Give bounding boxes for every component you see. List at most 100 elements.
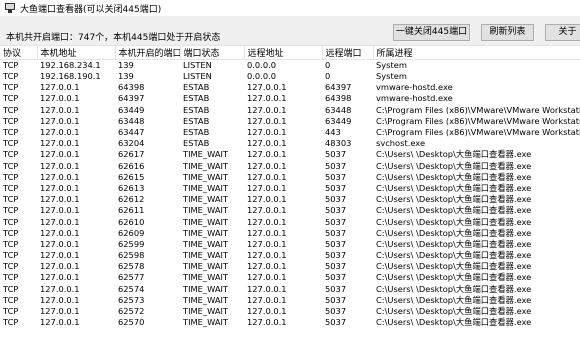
table-row[interactable]: TCP 127.0.0.1 62599 TIME_WAIT 127.0.0.1 5037 C… <box>0 239 580 250</box>
table-row[interactable]: TCP 127.0.0.1 62616 TIME_WAIT 127.0.0.1 5037 C… <box>0 161 580 172</box>
column-header-port-state[interactable]: 端口状态 <box>180 46 245 60</box>
cell-local-port: 64397 <box>118 93 145 104</box>
cell-local-address: 127.0.0.1 <box>40 127 80 138</box>
table-row[interactable]: TCP 127.0.0.1 62578 TIME_WAIT 127.0.0.1 5037 C… <box>0 261 580 272</box>
cell-port-state: TIME_WAIT <box>183 317 229 328</box>
cell-local-port: 62612 <box>118 194 145 205</box>
cell-process: C:\Users\ \Desktop\大鱼端口查看器.exe <box>376 317 532 328</box>
column-header-remote-port[interactable]: 远程端口 <box>322 46 374 60</box>
cell-remote-address: 127.0.0.1 <box>247 216 287 227</box>
cell-process: C:\Users\ \Desktop\大鱼端口查看器.exe <box>376 238 532 249</box>
table-row[interactable]: TCP 192.168.190.1 139 LISTEN 0.0.0.0 0 System <box>0 71 580 82</box>
cell-process: C:\Users\ \Desktop\大鱼端口查看器.exe <box>376 149 532 160</box>
table-row[interactable]: TCP 127.0.0.1 62574 TIME_WAIT 127.0.0.1 5037 C… <box>0 284 580 295</box>
cell-port-state: ESTAB <box>183 138 210 149</box>
table-row[interactable]: TCP 127.0.0.1 63448 ESTAB 127.0.0.1 63449 C:\P… <box>0 116 580 127</box>
cell-process: C:\Users\ \Desktop\大鱼端口查看器.exe <box>376 227 532 238</box>
cell-protocol: TCP <box>3 205 19 216</box>
cell-remote-port: 5037 <box>325 171 347 182</box>
column-header-local-address[interactable]: 本机地址 <box>37 46 116 60</box>
table-row[interactable]: TCP 127.0.0.1 62570 TIME_WAIT 127.0.0.1 5037 C… <box>0 317 580 328</box>
cell-process: C:\Program Files (x86)\VMware\VMware Wor… <box>376 104 580 115</box>
port-list[interactable]: 协议 本机地址 本机开启的端口 端口状态 远程地址 远程端口 所属进程 TCP 192.168… <box>0 46 580 339</box>
about-button[interactable]: 关于 <box>545 24 580 41</box>
table-row[interactable]: TCP 127.0.0.1 62611 TIME_WAIT 127.0.0.1 5037 C… <box>0 205 580 216</box>
column-header-local-port[interactable]: 本机开启的端口 <box>115 46 181 60</box>
cell-local-address: 127.0.0.1 <box>40 149 80 160</box>
table-row[interactable]: TCP 127.0.0.1 64398 ESTAB 127.0.0.1 64397 vmwa… <box>0 82 580 93</box>
cell-process: C:\Users\ \Desktop\大鱼端口查看器.exe <box>376 171 532 182</box>
table-row[interactable]: TCP 127.0.0.1 62617 TIME_WAIT 127.0.0.1 5037 C… <box>0 149 580 160</box>
cell-local-port: 62613 <box>118 182 145 193</box>
table-row[interactable]: TCP 127.0.0.1 62598 TIME_WAIT 127.0.0.1 5037 C… <box>0 250 580 261</box>
toolbar: 本机共开启端口：747个，本机445端口处于开启状态 一键关闭445端口 刷新列… <box>0 16 580 46</box>
cell-process: C:\Program Files (x86)\VMware\VMware Wor… <box>376 115 580 126</box>
close-445-button[interactable]: 一键关闭445端口 <box>393 24 470 41</box>
cell-protocol: TCP <box>3 182 19 193</box>
table-row[interactable]: TCP 127.0.0.1 64397 ESTAB 127.0.0.1 64398 vmwa… <box>0 93 580 104</box>
cell-local-port: 63204 <box>118 138 145 149</box>
table-row[interactable]: TCP 127.0.0.1 62613 TIME_WAIT 127.0.0.1 5037 C… <box>0 183 580 194</box>
cell-remote-address: 127.0.0.1 <box>247 194 287 205</box>
cell-local-port: 62617 <box>118 149 145 160</box>
table-row[interactable]: TCP 127.0.0.1 63449 ESTAB 127.0.0.1 63448 C:\P… <box>0 105 580 116</box>
cell-protocol: TCP <box>3 272 19 283</box>
cell-remote-address: 127.0.0.1 <box>247 272 287 283</box>
cell-remote-port: 5037 <box>325 160 347 171</box>
table-row[interactable]: TCP 192.168.234.1 139 LISTEN 0.0.0.0 0 System <box>0 60 580 72</box>
cell-remote-port: 0 <box>325 71 331 82</box>
cell-local-address: 127.0.0.1 <box>40 238 80 249</box>
cell-local-address: 127.0.0.1 <box>40 138 80 149</box>
cell-protocol: TCP <box>3 283 19 294</box>
column-header-remote-address[interactable]: 远程地址 <box>244 46 323 60</box>
cell-protocol: TCP <box>3 104 19 115</box>
cell-port-state: TIME_WAIT <box>183 283 229 294</box>
cell-remote-port: 5037 <box>325 250 347 261</box>
cell-local-port: 63449 <box>118 104 145 115</box>
cell-local-port: 64398 <box>118 82 145 93</box>
cell-remote-port: 63448 <box>325 104 352 115</box>
cell-protocol: TCP <box>3 238 19 249</box>
cell-protocol: TCP <box>3 127 19 138</box>
cell-local-address: 127.0.0.1 <box>40 93 80 104</box>
cell-process: C:\Users\ \Desktop\大鱼端口查看器.exe <box>376 216 532 227</box>
cell-process: C:\Users\ \Desktop\大鱼端口查看器.exe <box>376 205 532 216</box>
cell-remote-address: 127.0.0.1 <box>247 294 287 305</box>
table-row[interactable]: TCP 127.0.0.1 62615 TIME_WAIT 127.0.0.1 5037 C… <box>0 172 580 183</box>
cell-process: C:\Users\ \Desktop\大鱼端口查看器.exe <box>376 261 532 272</box>
cell-remote-address: 0.0.0.0 <box>247 60 277 70</box>
cell-port-state: TIME_WAIT <box>183 205 229 216</box>
cell-remote-address: 127.0.0.1 <box>247 205 287 216</box>
cell-local-address: 127.0.0.1 <box>40 194 80 205</box>
column-header-process[interactable]: 所属进程 <box>373 46 580 60</box>
cell-local-address: 127.0.0.1 <box>40 294 80 305</box>
table-row[interactable]: TCP 127.0.0.1 62610 TIME_WAIT 127.0.0.1 5037 C… <box>0 216 580 227</box>
cell-remote-address: 127.0.0.1 <box>247 283 287 294</box>
table-row[interactable]: TCP 127.0.0.1 62577 TIME_WAIT 127.0.0.1 5037 C… <box>0 272 580 283</box>
cell-remote-port: 0 <box>325 60 331 70</box>
cell-remote-address: 127.0.0.1 <box>247 227 287 238</box>
table-row[interactable]: TCP 127.0.0.1 63447 ESTAB 127.0.0.1 443 C:\Pro… <box>0 127 580 138</box>
cell-process: C:\Users\ \Desktop\大鱼端口查看器.exe <box>376 160 532 171</box>
cell-remote-port: 5037 <box>325 306 347 317</box>
table-row[interactable]: TCP 127.0.0.1 62612 TIME_WAIT 127.0.0.1 5037 C… <box>0 194 580 205</box>
cell-process: C:\Users\ \Desktop\大鱼端口查看器.exe <box>376 272 532 283</box>
cell-local-address: 127.0.0.1 <box>40 261 80 272</box>
cell-local-port: 62610 <box>118 216 145 227</box>
cell-local-port: 62572 <box>118 306 145 317</box>
cell-process: vmware-hostd.exe <box>376 82 453 93</box>
cell-local-address: 127.0.0.1 <box>40 115 80 126</box>
table-row[interactable]: TCP 127.0.0.1 62573 TIME_WAIT 127.0.0.1 5037 C… <box>0 295 580 306</box>
cell-protocol: TCP <box>3 171 19 182</box>
refresh-list-button[interactable]: 刷新列表 <box>481 24 534 41</box>
column-header-protocol[interactable]: 协议 <box>0 46 38 60</box>
cell-process: C:\Users\ \Desktop\大鱼端口查看器.exe <box>376 283 532 294</box>
table-row[interactable]: TCP 127.0.0.1 62572 TIME_WAIT 127.0.0.1 5037 C… <box>0 306 580 317</box>
table-row[interactable]: TCP 127.0.0.1 63204 ESTAB 127.0.0.1 48303 svch… <box>0 138 580 149</box>
cell-remote-address: 127.0.0.1 <box>247 250 287 261</box>
cell-port-state: TIME_WAIT <box>183 194 229 205</box>
cell-local-port: 62609 <box>118 227 145 238</box>
cell-remote-port: 5037 <box>325 194 347 205</box>
cell-local-address: 127.0.0.1 <box>40 182 80 193</box>
table-row[interactable]: TCP 127.0.0.1 62609 TIME_WAIT 127.0.0.1 5037 C… <box>0 228 580 239</box>
